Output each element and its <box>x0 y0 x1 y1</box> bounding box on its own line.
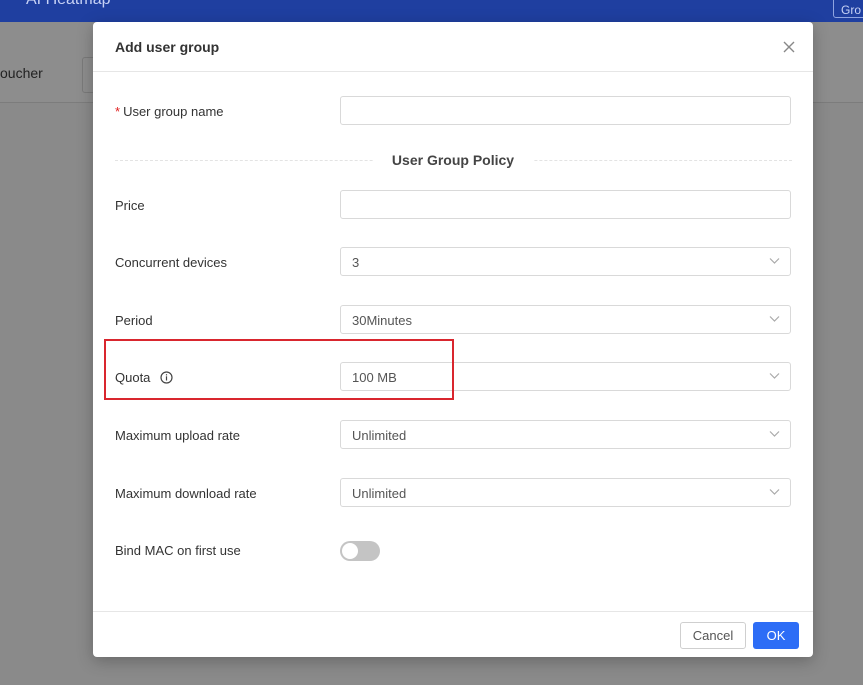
header-button[interactable]: Gro <box>833 0 863 18</box>
chevron-down-icon <box>769 431 780 437</box>
upload-rate-select[interactable]: Unlimited <box>340 420 791 449</box>
period-select[interactable]: 30Minutes <box>340 305 791 334</box>
chevron-down-icon <box>769 489 780 495</box>
price-input[interactable] <box>340 190 791 219</box>
modal-title: Add user group <box>115 39 220 55</box>
bind-mac-label: Bind MAC on first use <box>115 543 241 558</box>
concurrent-devices-select[interactable]: 3 <box>340 247 791 276</box>
ok-button[interactable]: OK <box>753 622 799 649</box>
toggle-knob <box>342 543 358 559</box>
concurrent-devices-label: Concurrent devices <box>115 255 227 270</box>
upload-rate-label: Maximum upload rate <box>115 428 240 443</box>
group-name-label: * User group name <box>115 104 224 119</box>
chevron-down-icon <box>769 258 780 264</box>
modal-footer: Cancel OK <box>93 611 813 657</box>
cancel-button[interactable]: Cancel <box>680 622 746 649</box>
section-title: User Group Policy <box>373 152 533 168</box>
required-asterisk: * <box>115 104 121 119</box>
app-title: AI Heatmap <box>26 0 110 9</box>
period-label: Period <box>115 313 153 328</box>
app-header: AI Heatmap Gro <box>0 0 863 22</box>
bind-mac-toggle[interactable] <box>340 541 380 561</box>
chevron-down-icon <box>769 316 780 322</box>
chevron-down-icon <box>769 373 780 379</box>
subbar-tab[interactable]: oucher <box>0 65 43 81</box>
download-rate-select[interactable]: Unlimited <box>340 478 791 507</box>
highlight-box <box>104 339 454 400</box>
modal-header: Add user group <box>93 22 813 72</box>
group-name-input[interactable] <box>340 96 791 125</box>
download-rate-label: Maximum download rate <box>115 486 257 501</box>
price-label: Price <box>115 198 145 213</box>
close-icon[interactable] <box>781 39 797 55</box>
